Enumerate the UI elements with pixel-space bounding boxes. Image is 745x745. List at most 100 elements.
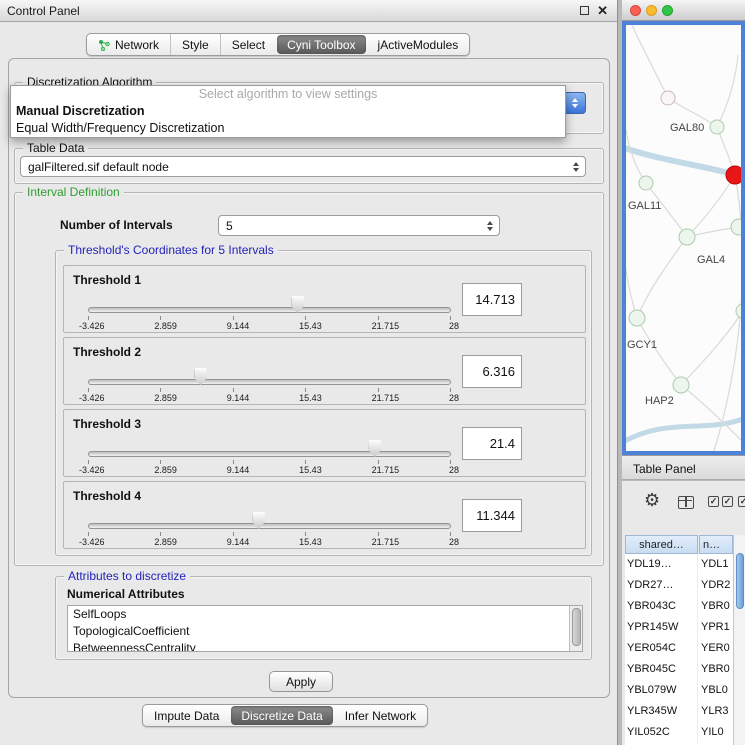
cell-shared-name: YBR045C: [625, 659, 698, 680]
network-node[interactable]: [710, 120, 724, 134]
tab-label: Infer Network: [345, 709, 416, 723]
table-row[interactable]: YBR043C YBR0: [625, 596, 733, 617]
list-item[interactable]: BetweennessCentrality: [68, 640, 582, 652]
threshold-1-row: Threshold 1 -3.4262.8599.14415.4321.7152…: [63, 265, 586, 333]
network-node[interactable]: [736, 304, 741, 318]
network-canvas[interactable]: GAL80 GAL11 GAL4 GCY1 HAP2: [622, 21, 745, 455]
scale-label: 28: [449, 465, 459, 475]
column-header-name[interactable]: n…: [699, 535, 733, 554]
dropdown-option-equal-width-frequency[interactable]: Equal Width/Frequency Discretization: [11, 120, 565, 137]
threshold-2-value-input[interactable]: 6.316: [462, 355, 522, 388]
tab-network[interactable]: Network: [87, 34, 170, 55]
scale-label: 28: [449, 537, 459, 547]
table-scrollbar[interactable]: [733, 535, 745, 745]
threshold-2-row: Threshold 2 -3.4262.8599.14415.4321.7152…: [63, 337, 586, 405]
list-item[interactable]: SelfLoops: [68, 606, 582, 623]
node-label: HAP2: [645, 395, 674, 407]
threshold-3-slider[interactable]: -3.4262.8599.14415.4321.71528: [88, 410, 451, 478]
network-node-selected[interactable]: [726, 166, 741, 184]
apply-button[interactable]: Apply: [269, 671, 333, 692]
network-icon: [98, 39, 110, 51]
tab-select[interactable]: Select: [220, 34, 276, 55]
combobox-stepper-icon[interactable]: [563, 92, 586, 114]
threshold-1-slider[interactable]: -3.4262.8599.14415.4321.71528: [88, 266, 451, 334]
dropdown-prompt-item[interactable]: Select algorithm to view settings: [11, 86, 565, 103]
number-of-intervals-combobox[interactable]: 5: [218, 215, 500, 236]
attributes-to-discretize-group: Attributes to discretize Numerical Attri…: [55, 576, 592, 660]
scale-label: 28: [449, 393, 459, 403]
cell-name: YDR2: [698, 575, 733, 596]
scrollbar-thumb[interactable]: [572, 608, 581, 646]
scale-label: 15.43: [299, 321, 322, 331]
scale-label: 21.715: [372, 393, 400, 403]
select-all-checkbox-icon[interactable]: ✓: [708, 496, 719, 507]
tab-impute-data[interactable]: Impute Data: [143, 705, 230, 726]
network-node[interactable]: [731, 219, 741, 235]
close-button[interactable]: [630, 5, 641, 16]
threshold-4-value-input[interactable]: 11.344: [462, 499, 522, 532]
window-title: Control Panel: [7, 4, 80, 18]
threshold-2-slider[interactable]: -3.4262.8599.14415.4321.71528: [88, 338, 451, 406]
cell-shared-name: YER054C: [625, 638, 698, 659]
threshold-3-value-input[interactable]: 21.4: [462, 427, 522, 460]
table-row[interactable]: YLR345W YLR3: [625, 701, 733, 722]
table-data-combobox[interactable]: galFiltered.sif default node: [20, 156, 586, 177]
close-icon[interactable]: ✕: [597, 3, 608, 19]
scale-label: 21.715: [372, 537, 400, 547]
network-graph: GAL80 GAL11 GAL4 GCY1 HAP2: [626, 25, 741, 451]
group-title: Attributes to discretize: [64, 569, 190, 583]
cell-shared-name: YLR345W: [625, 701, 698, 722]
cell-shared-name: YDR27…: [625, 575, 698, 596]
table-row[interactable]: YER054C YER0: [625, 638, 733, 659]
table-row[interactable]: YBL079W YBL0: [625, 680, 733, 701]
slider-scale: -3.4262.8599.14415.4321.71528: [79, 393, 459, 403]
tab-jactivemodules[interactable]: jActiveModules: [367, 34, 470, 55]
dropdown-option-manual-discretization[interactable]: Manual Discretization: [11, 103, 565, 120]
table-row[interactable]: YDR27… YDR2: [625, 575, 733, 596]
network-node[interactable]: [639, 176, 653, 190]
cell-name: YBR0: [698, 659, 733, 680]
slider-track: [88, 451, 451, 457]
slider-ticks: [88, 316, 451, 320]
tab-infer-network[interactable]: Infer Network: [334, 705, 427, 726]
table-row[interactable]: YIL052C YIL0: [625, 722, 733, 743]
node-label: GAL11: [628, 200, 661, 212]
network-node[interactable]: [679, 229, 695, 245]
network-node[interactable]: [673, 377, 689, 393]
scale-label: 21.715: [372, 321, 400, 331]
scale-label: 9.144: [227, 465, 250, 475]
gear-icon[interactable]: ⚙: [644, 491, 660, 509]
table-row[interactable]: YDL19… YDL1: [625, 554, 733, 575]
table-data-value: galFiltered.sif default node: [28, 160, 169, 174]
cell-name: YPR1: [698, 617, 733, 638]
numerical-attributes-list: SelfLoopsTopologicalCoefficientBetweenne…: [67, 605, 583, 652]
float-window-icon[interactable]: [580, 6, 589, 15]
table-row[interactable]: YPR145W YPR1: [625, 617, 733, 638]
tab-style[interactable]: Style: [170, 34, 220, 55]
select-all-checkbox-icon[interactable]: ✓: [722, 496, 733, 507]
threshold-4-slider[interactable]: -3.4262.8599.14415.4321.71528: [88, 482, 451, 550]
threshold-1-value-input[interactable]: 14.713: [462, 283, 522, 316]
deselect-checkbox-icon[interactable]: ✓: [738, 496, 745, 507]
scale-label: -3.426: [79, 321, 105, 331]
cell-name: YBR0: [698, 596, 733, 617]
list-scrollbar[interactable]: [569, 606, 582, 651]
network-node[interactable]: [661, 91, 675, 105]
group-title: Interval Definition: [23, 185, 124, 199]
cell-shared-name: YPR145W: [625, 617, 698, 638]
tab-cyni-toolbox[interactable]: Cyni Toolbox: [277, 35, 365, 54]
table-panel-titlebar[interactable]: Table Panel: [622, 455, 745, 480]
scale-label: 9.144: [227, 321, 250, 331]
show-columns-icon[interactable]: [678, 496, 694, 509]
network-node[interactable]: [629, 310, 645, 326]
zoom-button[interactable]: [662, 5, 673, 16]
minimize-button[interactable]: [646, 5, 657, 16]
cell-name: YBL0: [698, 680, 733, 701]
scale-label: 2.859: [154, 321, 177, 331]
tab-discretize-data[interactable]: Discretize Data: [231, 706, 332, 725]
table-row[interactable]: YBR045C YBR0: [625, 659, 733, 680]
list-item[interactable]: TopologicalCoefficient: [68, 623, 582, 640]
column-header-shared-name[interactable]: shared…: [625, 535, 698, 554]
scrollbar-thumb[interactable]: [736, 553, 744, 609]
number-of-intervals-value: 5: [226, 219, 233, 233]
